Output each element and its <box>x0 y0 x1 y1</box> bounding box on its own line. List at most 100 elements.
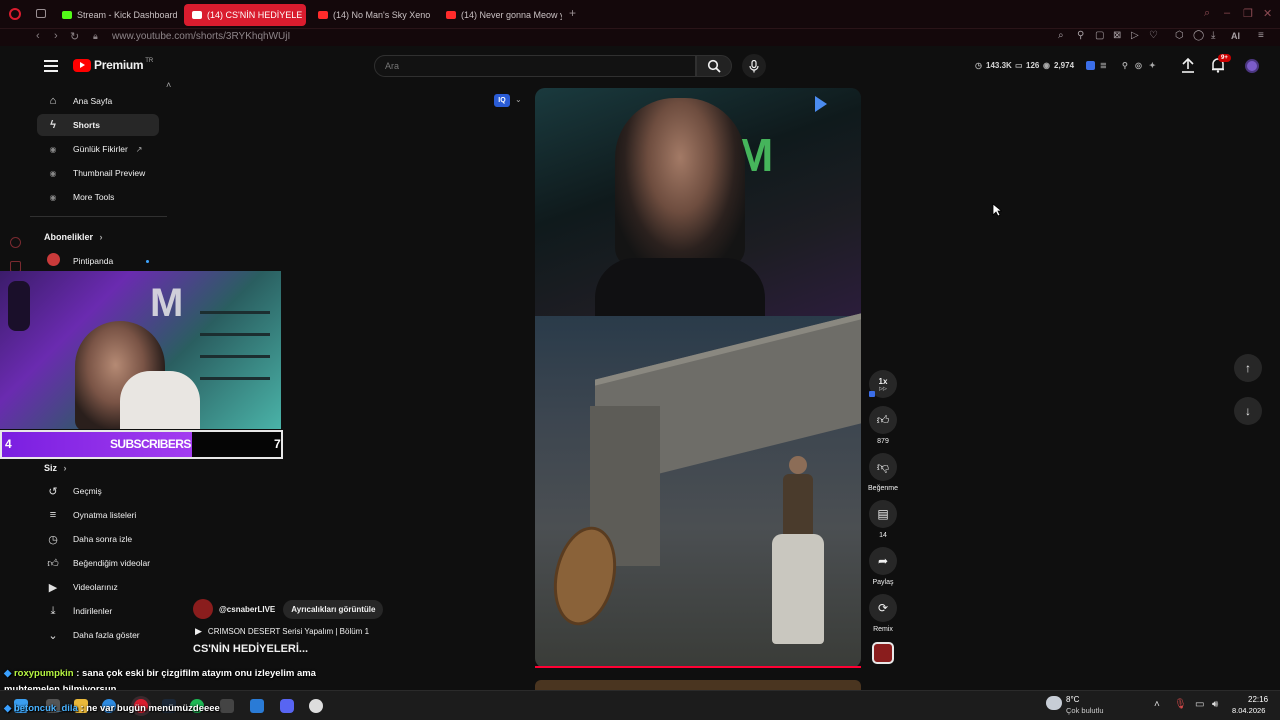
sound-source-avatar[interactable] <box>872 642 894 664</box>
comments-count: 126 <box>1026 61 1040 70</box>
watching-count: 2,974 <box>1054 61 1075 70</box>
share-icon[interactable]: ➦ <box>869 547 897 575</box>
voice-search-button[interactable] <box>742 54 766 78</box>
dislike-icon[interactable]: 👎︎ <box>869 453 897 481</box>
close-icon[interactable]: ✕ <box>1263 7 1272 20</box>
tab-kick-dashboard[interactable]: Stream - Kick Dashboard <box>54 4 180 26</box>
search-tabs-icon[interactable]: ⌕ <box>1204 7 1210 20</box>
target-icon[interactable]: ◎ <box>1135 61 1142 70</box>
obs-icon[interactable] <box>309 699 323 713</box>
sidebar-item-downloads[interactable]: ⤓ İndirilenler <box>37 600 159 622</box>
url-field[interactable]: www.youtube.com/shorts/3RYKhqhWUjI <box>112 31 290 42</box>
notifications-button[interactable]: 9+ <box>1211 54 1231 78</box>
subscriber-goal-current: 4 <box>5 437 12 451</box>
discord-icon[interactable] <box>280 699 294 713</box>
snapshot-icon[interactable]: ▢ <box>1095 30 1104 41</box>
weather-temp[interactable]: 8°C <box>1066 695 1079 704</box>
sidebar-item-more-tools[interactable]: ◉ More Tools <box>37 186 159 208</box>
microphone-icon[interactable]: 🎙︎ <box>1174 699 1187 710</box>
tab-youtube-active[interactable]: (14) CS'NİN HEDİYELE <box>184 4 306 26</box>
opera-logo-icon[interactable] <box>9 8 21 20</box>
sidebar-item-show-more[interactable]: ⌄ Daha fazla göster <box>37 624 159 646</box>
sidebar-collapse-icon[interactable]: ˄ <box>166 80 171 90</box>
weather-desc[interactable]: Çok bulutlu <box>1066 706 1104 715</box>
next-short-preview[interactable] <box>535 680 861 690</box>
display-icon[interactable]: ▭ <box>1195 699 1204 710</box>
sidebar-item-playlists[interactable]: ≡ Oynatma listeleri <box>37 504 159 526</box>
channel-avatar[interactable] <box>193 599 213 619</box>
next-short-button[interactable]: ↓ <box>1234 397 1262 425</box>
pin-icon[interactable]: ⚲ <box>1077 30 1084 41</box>
sidebar-item-home[interactable]: ⌂ Ana Sayfa <box>37 90 159 112</box>
youtube-premium-logo[interactable]: Premium TR <box>73 58 153 72</box>
dislike-action[interactable]: 👎︎ Beğenme <box>868 453 898 492</box>
previous-short-button[interactable]: ↑ <box>1234 354 1262 382</box>
iq-extension-icon[interactable] <box>1086 61 1095 70</box>
sidebar-item-shorts[interactable]: ϟ Shorts <box>37 114 159 136</box>
remix-icon[interactable]: ⟳ <box>869 594 897 622</box>
comment-icon[interactable]: ▤ <box>869 500 897 528</box>
app-icon[interactable] <box>220 699 234 713</box>
clock-date[interactable]: 8.04.2026 <box>1232 706 1265 715</box>
mouse-cursor-icon <box>992 203 1002 217</box>
app-icon[interactable] <box>250 699 264 713</box>
share-action[interactable]: ➦ Paylaş <box>868 547 898 586</box>
search-button[interactable] <box>696 55 732 77</box>
profile-icon[interactable]: ◯ <box>1193 30 1204 41</box>
upload-icon <box>1182 57 1194 73</box>
logo-text: Premium <box>94 58 144 72</box>
sparkle-icon[interactable]: ✦ <box>1149 61 1156 70</box>
tray-overflow-icon[interactable]: ˄ <box>1154 699 1160 710</box>
video-progress-bar[interactable] <box>535 666 861 668</box>
opera-sidebar-icon[interactable] <box>10 237 21 248</box>
like-action[interactable]: 👍︎ 879 <box>868 406 898 445</box>
sidebar-item-watch-later[interactable]: ◷ Daha sonra izle <box>37 528 159 550</box>
chevron-down-icon[interactable]: ⌄ <box>515 95 522 104</box>
sidebar-item-thumbnail-preview[interactable]: ◉ Thumbnail Preview <box>37 162 159 184</box>
tab-never-gonna-meow[interactable]: (14) Never gonna Meow yo <box>438 4 562 26</box>
you-section-title[interactable]: Siz › <box>44 463 67 473</box>
sidebar-item-label: Günlük Fikirler <box>73 144 128 154</box>
adblock-icon[interactable]: ⊠ <box>1113 30 1121 41</box>
comments-action[interactable]: ▤ 14 <box>868 500 898 539</box>
minimize-icon[interactable]: – <box>1224 7 1230 19</box>
sidebar-item-liked-videos[interactable]: 👍︎ Beğendiğim videolar <box>37 552 159 574</box>
maximize-icon[interactable]: ❐ <box>1243 7 1253 20</box>
extension-icon: ◉ <box>49 168 57 178</box>
hamburger-menu-icon[interactable] <box>44 60 58 72</box>
search-input[interactable]: Ara <box>374 55 696 77</box>
remix-action[interactable]: ⟳ Remix <box>868 594 898 633</box>
iq-extension-icon[interactable]: IQ <box>494 94 510 107</box>
back-icon[interactable]: ‹ <box>36 30 40 42</box>
list-icon[interactable]: ≣ <box>1100 61 1107 70</box>
shorts-video-player[interactable]: M <box>535 88 861 668</box>
menu-icon[interactable]: ≡ <box>1258 30 1264 41</box>
playlist-link[interactable]: ▶ CRIMSON DESERT Serisi Yapalım | Bölüm … <box>195 626 369 637</box>
streamer-shirt <box>595 258 765 316</box>
sidebar-item-your-videos[interactable]: ▶ Videolarınız <box>37 576 159 598</box>
like-icon[interactable]: 👍︎ <box>869 406 897 434</box>
reload-icon[interactable]: ↻ <box>70 30 79 43</box>
workspaces-icon[interactable] <box>36 9 46 18</box>
download-icon[interactable]: ⤓ <box>1211 30 1215 41</box>
forward-icon[interactable]: › <box>54 30 58 42</box>
subscription-item-pintipanda[interactable]: Pintipanda <box>37 250 159 272</box>
heart-icon[interactable]: ♡ <box>1149 30 1158 41</box>
new-tab-icon[interactable]: + <box>569 6 576 20</box>
pin-tool-icon[interactable]: ⚲ <box>1122 61 1128 70</box>
channel-handle[interactable]: @csnaberLIVE <box>219 605 275 614</box>
clock-time[interactable]: 22:16 <box>1248 695 1268 704</box>
ai-button[interactable]: AI <box>1231 31 1240 41</box>
chat-username: roxypumpkin <box>13 668 74 679</box>
sidebar-item-history[interactable]: ↺ Geçmiş <box>37 480 159 502</box>
sidebar-item-gunluk-fikirler[interactable]: ◉ Günlük Fikirler ↗ <box>37 138 159 160</box>
upload-button[interactable] <box>1181 57 1195 78</box>
volume-icon[interactable]: 🔊︎ <box>1212 699 1218 710</box>
view-perks-button[interactable]: Ayrıcalıkları görüntüle <box>283 599 384 619</box>
tab-no-mans-sky[interactable]: (14) No Man's Sky Xeno A <box>310 4 432 26</box>
player-icon[interactable]: ▷ <box>1131 30 1139 41</box>
subscriptions-title[interactable]: Abonelikler › <box>44 232 103 242</box>
extensions-icon[interactable]: ⬡ <box>1175 30 1184 41</box>
zoom-icon[interactable]: ⌕ <box>1058 30 1064 41</box>
account-avatar[interactable] <box>1245 59 1259 73</box>
